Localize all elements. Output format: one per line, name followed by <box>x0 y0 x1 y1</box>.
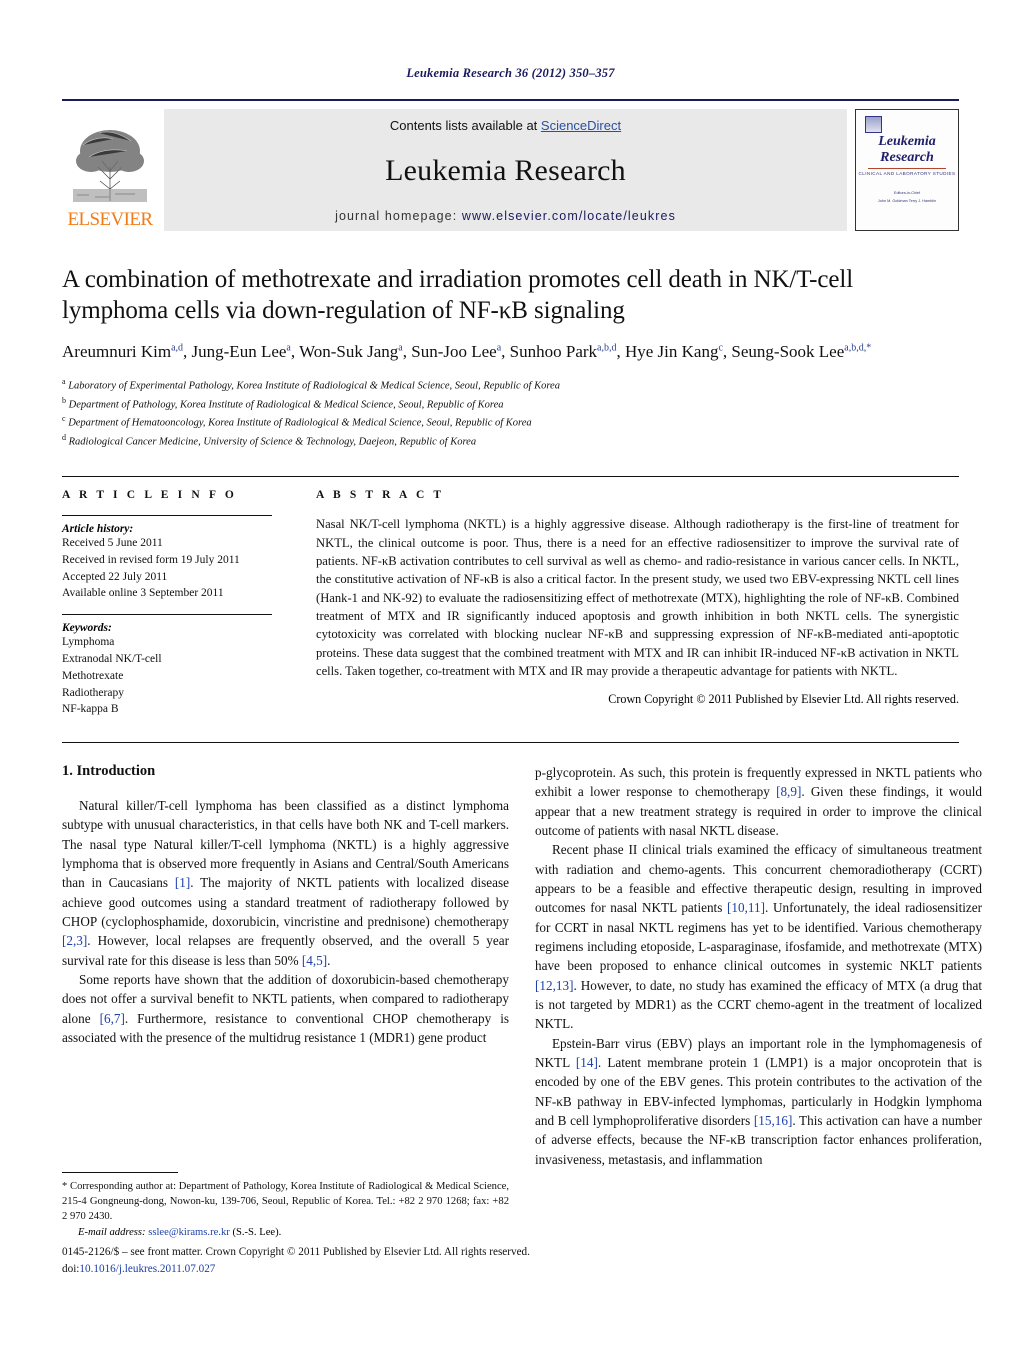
affiliation-item: c Department of Hematooncology, Korea In… <box>62 413 959 432</box>
history-item: Accepted 22 July 2011 <box>62 570 168 583</box>
citation-reference[interactable]: [14] <box>576 1055 598 1070</box>
affiliation-list: a Laboratory of Experimental Pathology, … <box>62 376 959 450</box>
journal-banner: Contents lists available at ScienceDirec… <box>164 109 847 231</box>
keyword-item: Methotrexate <box>62 669 124 682</box>
keyword-item: Radiotherapy <box>62 686 124 699</box>
homepage-label: journal homepage: <box>335 209 458 223</box>
keyword-item: Extranodal NK/T-cell <box>62 653 162 666</box>
citation-reference[interactable]: [8,9] <box>776 784 801 799</box>
paragraph: Some reports have shown that the additio… <box>62 972 509 1046</box>
affiliation-marker: a <box>62 377 66 387</box>
running-head: Leukemia Research 36 (2012) 350–357 <box>406 66 615 80</box>
body-column-left: 1. Introduction Natural killer/T-cell ly… <box>62 763 509 1169</box>
citation-reference[interactable]: [4,5] <box>302 953 327 968</box>
paragraph: Epstein-Barr virus (EBV) plays an import… <box>535 1035 983 1167</box>
journal-homepage-line: journal homepage: www.elsevier.com/locat… <box>335 209 676 223</box>
abstract-text: Nasal NK/T-cell lymphoma (NKTL) is a hig… <box>316 517 959 679</box>
affiliation-text: Department of Hematooncology, Korea Inst… <box>68 417 532 429</box>
article-info-divider-mid <box>62 614 272 616</box>
info-abstract-region: A R T I C L E I N F O Article history: R… <box>62 476 959 730</box>
abstract-copyright: Crown Copyright © 2011 Published by Else… <box>608 691 959 706</box>
homepage-url[interactable]: www.elsevier.com/locate/leukres <box>462 209 676 223</box>
history-item: Received in revised form 19 July 2011 <box>62 553 240 566</box>
footnote-corresponding-text: * Corresponding author at: Department of… <box>62 1179 509 1224</box>
contents-available-line: Contents lists available at ScienceDirec… <box>390 118 621 133</box>
paragraph: Natural killer/T-cell lymphoma has been … <box>62 798 509 968</box>
footnote-body: Corresponding author at: Department of P… <box>62 1181 509 1223</box>
imprint-doi-line: doi:10.1016/j.leukres.2011.07.027 <box>62 1261 762 1278</box>
keywords-list: Lymphoma Extranodal NK/T-cell Methotrexa… <box>62 634 272 718</box>
imprint-front-matter: 0145-2126/$ – see front matter. Crown Co… <box>62 1246 530 1258</box>
history-item: Received 5 June 2011 <box>62 537 163 550</box>
abstract-bottom-divider <box>62 742 959 744</box>
article-history-list: Received 5 June 2011 Received in revised… <box>62 535 272 602</box>
body-column-right: p-glycoprotein. As such, this protein is… <box>535 763 982 1169</box>
elsevier-logo: ELSEVIER <box>62 109 158 231</box>
title-block: A combination of methotrexate and irradi… <box>62 265 959 450</box>
affiliation-item: a Laboratory of Experimental Pathology, … <box>62 376 959 395</box>
keywords-label: Keywords: <box>62 622 112 635</box>
footnote-divider <box>62 1172 178 1173</box>
doi-label: doi: <box>62 1262 80 1275</box>
citation-reference[interactable]: [1] <box>175 875 190 890</box>
footnote-marker: * <box>62 1181 68 1192</box>
affiliation-marker: c <box>62 414 66 424</box>
affiliation-item: b Department of Pathology, Korea Institu… <box>62 395 959 414</box>
article-info-divider-top <box>62 515 272 517</box>
citation-reference[interactable]: [2,3] <box>62 933 87 948</box>
footnote-email-line: E-mail address: sslee@kirams.re.kr (S.-S… <box>62 1227 509 1238</box>
keyword-item: Lymphoma <box>62 636 115 649</box>
article-history-label: Article history: <box>62 523 134 536</box>
paragraph: p-glycoprotein. As such, this protein is… <box>535 765 982 839</box>
affiliation-marker: d <box>62 432 66 442</box>
history-item: Available online 3 September 2011 <box>62 587 224 600</box>
elsevier-tree-icon <box>69 123 151 209</box>
page-title: A combination of methotrexate and irradi… <box>62 266 854 324</box>
keywords-block: Keywords: Lymphoma Extranodal NK/T-cell … <box>62 622 272 718</box>
cover-editors-names: John M. Goldman Terry J. Hamblin <box>877 198 937 203</box>
sciencedirect-link[interactable]: ScienceDirect <box>541 118 621 133</box>
doi-link[interactable]: 10.1016/j.leukres.2011.07.027 <box>79 1263 215 1275</box>
corresponding-author-footnote: * Corresponding author at: Department of… <box>62 1172 509 1238</box>
citation-reference[interactable]: [6,7] <box>100 1011 125 1026</box>
paragraph: Recent phase II clinical trials examined… <box>535 842 982 1032</box>
email-link[interactable]: sslee@kirams.re.kr <box>148 1227 230 1238</box>
abstract-heading: A B S T R A C T <box>316 489 445 502</box>
affiliation-marker: b <box>62 395 66 405</box>
journal-cover-thumbnail[interactable]: Leukemia Research CLINICAL AND LABORATOR… <box>855 109 959 231</box>
cover-divider <box>868 167 946 169</box>
imprint-block: 0145-2126/$ – see front matter. Crown Co… <box>62 1244 762 1278</box>
cover-title-line1: Leukemia <box>878 134 936 149</box>
affiliation-text: Department of Pathology, Korea Institute… <box>68 399 504 411</box>
author-list: Areumnuri Kima,d, Jung-Eun Leea, Won-Suk… <box>62 342 872 361</box>
affiliation-text: Radiological Cancer Medicine, University… <box>68 436 477 448</box>
cover-title-line2: Research <box>880 150 934 166</box>
citation-reference[interactable]: [12,13] <box>535 978 573 993</box>
article-page: Leukemia Research 36 (2012) 350–357 ELSE… <box>0 0 1021 1351</box>
elsevier-wordmark: ELSEVIER <box>67 209 154 230</box>
cover-editors-label: Editors-in-Chief <box>893 190 921 195</box>
email-owner: (S.-S. Lee). <box>232 1227 282 1239</box>
article-info-column: A R T I C L E I N F O Article history: R… <box>62 489 294 730</box>
citation-reference[interactable]: [15,16] <box>754 1113 792 1128</box>
article-info-heading: A R T I C L E I N F O <box>62 489 237 502</box>
affiliation-text: Laboratory of Experimental Pathology, Ko… <box>68 380 560 392</box>
cover-elsevier-mini-icon <box>865 116 882 133</box>
section-heading-introduction: 1. Introduction <box>62 763 156 780</box>
citation-reference[interactable]: [10,11] <box>727 900 765 915</box>
body-columns: 1. Introduction Natural killer/T-cell ly… <box>62 763 982 1169</box>
abstract-column: A B S T R A C T Nasal NK/T-cell lymphoma… <box>294 489 959 730</box>
keyword-item: NF-kappa B <box>62 703 119 716</box>
cover-subtitle: CLINICAL AND LABORATORY STUDIES <box>858 170 956 176</box>
affiliation-item: d Radiological Cancer Medicine, Universi… <box>62 432 959 451</box>
email-label: E-mail address: <box>78 1227 146 1239</box>
article-history-block: Article history: Received 5 June 2011 Re… <box>62 523 272 602</box>
journal-title: Leukemia Research <box>385 154 626 187</box>
journal-masthead: ELSEVIER Contents lists available at Sci… <box>62 99 959 231</box>
contents-prefix: Contents lists available at <box>389 118 541 133</box>
